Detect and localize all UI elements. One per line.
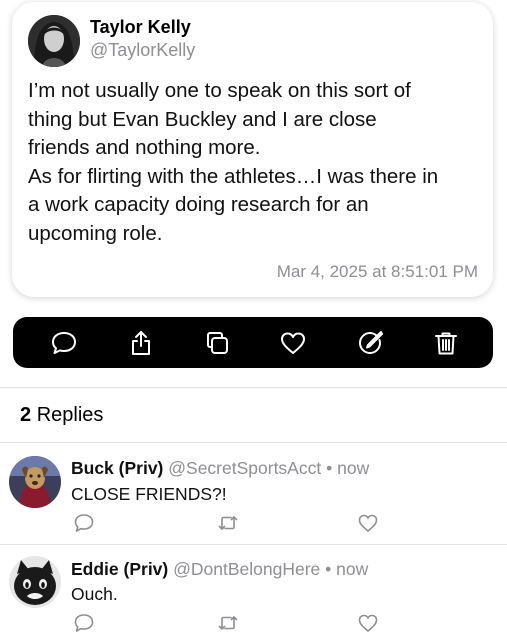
tweet-line: As for flirting with the athletes…I was … bbox=[28, 164, 439, 188]
replies-count: 2 bbox=[20, 404, 32, 426]
copy-icon[interactable] bbox=[203, 329, 231, 357]
tweet-line: upcoming role. bbox=[28, 221, 163, 245]
separator-dot: • bbox=[326, 458, 333, 478]
separator-dot: • bbox=[325, 559, 332, 579]
tweet-line: friends and nothing more. bbox=[28, 136, 261, 159]
reply-like-icon[interactable] bbox=[357, 512, 379, 534]
action-bar bbox=[13, 317, 493, 368]
reply-icon[interactable] bbox=[50, 329, 78, 357]
divider bbox=[0, 387, 507, 388]
tweet-text: I’m not usually one to speak on this sor… bbox=[28, 77, 488, 248]
reply-author-name[interactable]: Buck (Priv) bbox=[71, 458, 163, 478]
delete-icon[interactable] bbox=[432, 329, 460, 357]
tweet-line: a work capacity doing research for an bbox=[28, 193, 369, 216]
reply-comment-icon[interactable] bbox=[73, 512, 95, 534]
tweet-card: Taylor Kelly @TaylorKelly I’m not usuall… bbox=[12, 2, 493, 297]
reply-author-handle[interactable]: @DontBelongHere bbox=[173, 559, 320, 579]
author-avatar[interactable] bbox=[28, 15, 80, 67]
reply-item[interactable]: Buck (Priv) @SecretSportsAcct • now CLOS… bbox=[0, 443, 507, 544]
reply-text: Ouch. bbox=[71, 584, 118, 604]
author-name[interactable]: Taylor Kelly bbox=[90, 17, 191, 38]
reply-meta: Eddie (Priv) @DontBelongHere • now bbox=[71, 559, 368, 580]
reply-like-icon[interactable] bbox=[357, 612, 379, 634]
replies-header: 2 Replies bbox=[20, 404, 103, 427]
replies-label: Replies bbox=[36, 404, 104, 426]
tweet-line: thing but Evan Buckley and I are close bbox=[28, 107, 377, 131]
retweet-icon[interactable] bbox=[217, 512, 239, 534]
reply-meta: Buck (Priv) @SecretSportsAcct • now bbox=[71, 458, 369, 479]
reply-time: now bbox=[336, 559, 369, 579]
reply-item[interactable]: Eddie (Priv) @DontBelongHere • now Ouch. bbox=[0, 545, 507, 640]
edit-icon[interactable] bbox=[356, 329, 384, 357]
reply-text: CLOSE FRIENDS?! bbox=[71, 484, 227, 504]
like-icon[interactable] bbox=[279, 329, 307, 357]
reply-comment-icon[interactable] bbox=[73, 612, 95, 634]
retweet-icon[interactable] bbox=[217, 612, 239, 634]
reply-avatar[interactable] bbox=[9, 556, 61, 608]
reply-author-name[interactable]: Eddie (Priv) bbox=[71, 559, 168, 579]
author-handle[interactable]: @TaylorKelly bbox=[90, 40, 195, 61]
reply-time: now bbox=[337, 458, 370, 478]
tweet-timestamp: Mar 4, 2025 at 8:51:01 PM bbox=[276, 262, 478, 281]
share-icon[interactable] bbox=[127, 329, 155, 357]
tweet-line: I’m not usually one to speak on this sor… bbox=[28, 79, 411, 102]
reply-author-handle[interactable]: @SecretSportsAcct bbox=[168, 458, 321, 478]
reply-avatar[interactable] bbox=[9, 456, 61, 508]
